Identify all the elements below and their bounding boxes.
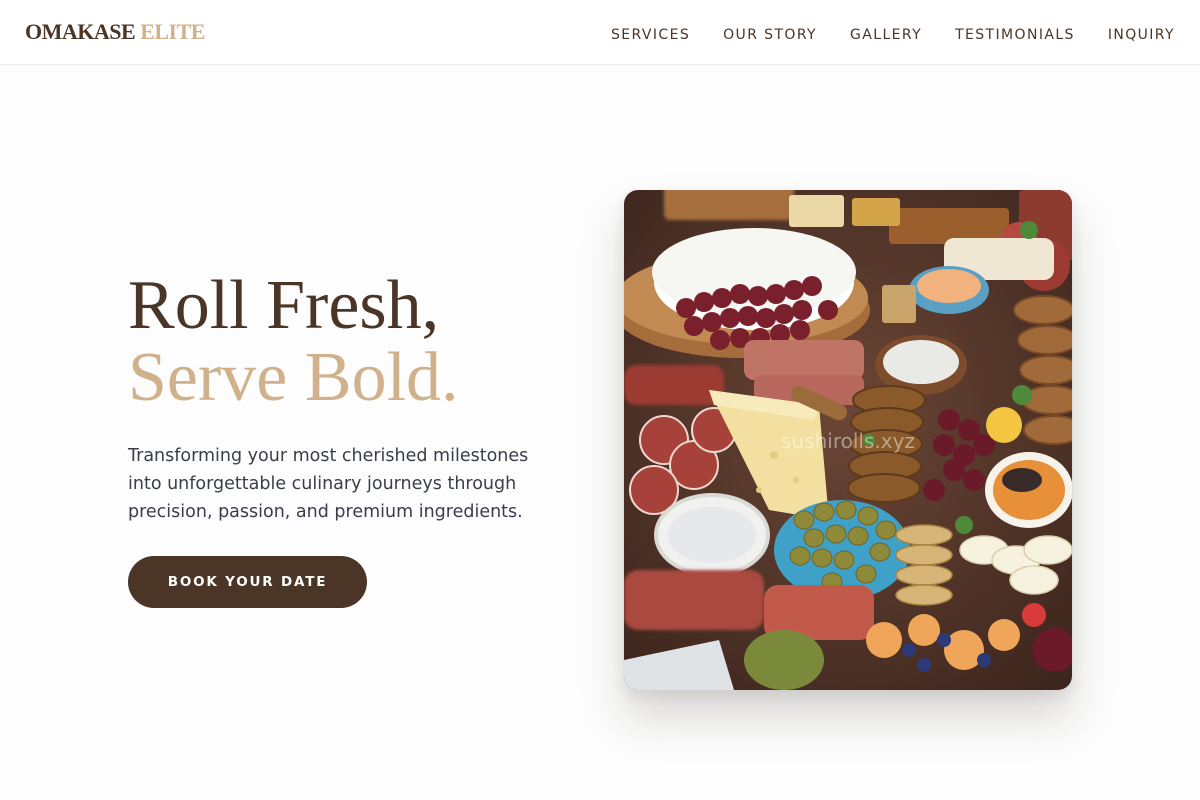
nav-link-inquiry[interactable]: INQUIRY — [1108, 27, 1175, 43]
hero-text: Roll Fresh, Serve Bold. Transforming you… — [128, 270, 568, 526]
nav-item: INQUIRY — [1108, 24, 1175, 43]
image-watermark: sushirolls.xyz — [781, 429, 915, 453]
brand-logo[interactable]: OMAKASE ELITE — [25, 19, 205, 45]
nav-item: TESTIMONIALS — [955, 24, 1075, 43]
charcuterie-illustration: sushirolls.xyz — [624, 190, 1072, 690]
nav-link-gallery[interactable]: GALLERY — [850, 27, 922, 43]
book-your-date-button[interactable]: BOOK YOUR DATE — [128, 556, 367, 608]
nav-item: SERVICES — [611, 24, 690, 43]
headline-line-2: Serve Bold. — [128, 339, 459, 416]
brand-name-primary: OMAKASE — [25, 19, 136, 44]
headline-line-1: Roll Fresh, — [128, 267, 440, 344]
top-nav: OMAKASE ELITE SERVICES OUR STORY GALLERY… — [0, 0, 1200, 65]
nav-link-services[interactable]: SERVICES — [611, 27, 690, 43]
brand-name-accent: ELITE — [140, 19, 205, 44]
hero-headline: Roll Fresh, Serve Bold. — [128, 270, 568, 414]
nav-menu: SERVICES OUR STORY GALLERY TESTIMONIALS … — [611, 24, 1175, 43]
hero-image: sushirolls.xyz — [624, 190, 1072, 690]
nav-item: OUR STORY — [723, 24, 817, 43]
nav-link-our-story[interactable]: OUR STORY — [723, 27, 817, 43]
nav-link-testimonials[interactable]: TESTIMONIALS — [955, 27, 1075, 43]
hero-description: Transforming your most cherished milesto… — [128, 446, 529, 522]
nav-item: GALLERY — [850, 24, 922, 43]
